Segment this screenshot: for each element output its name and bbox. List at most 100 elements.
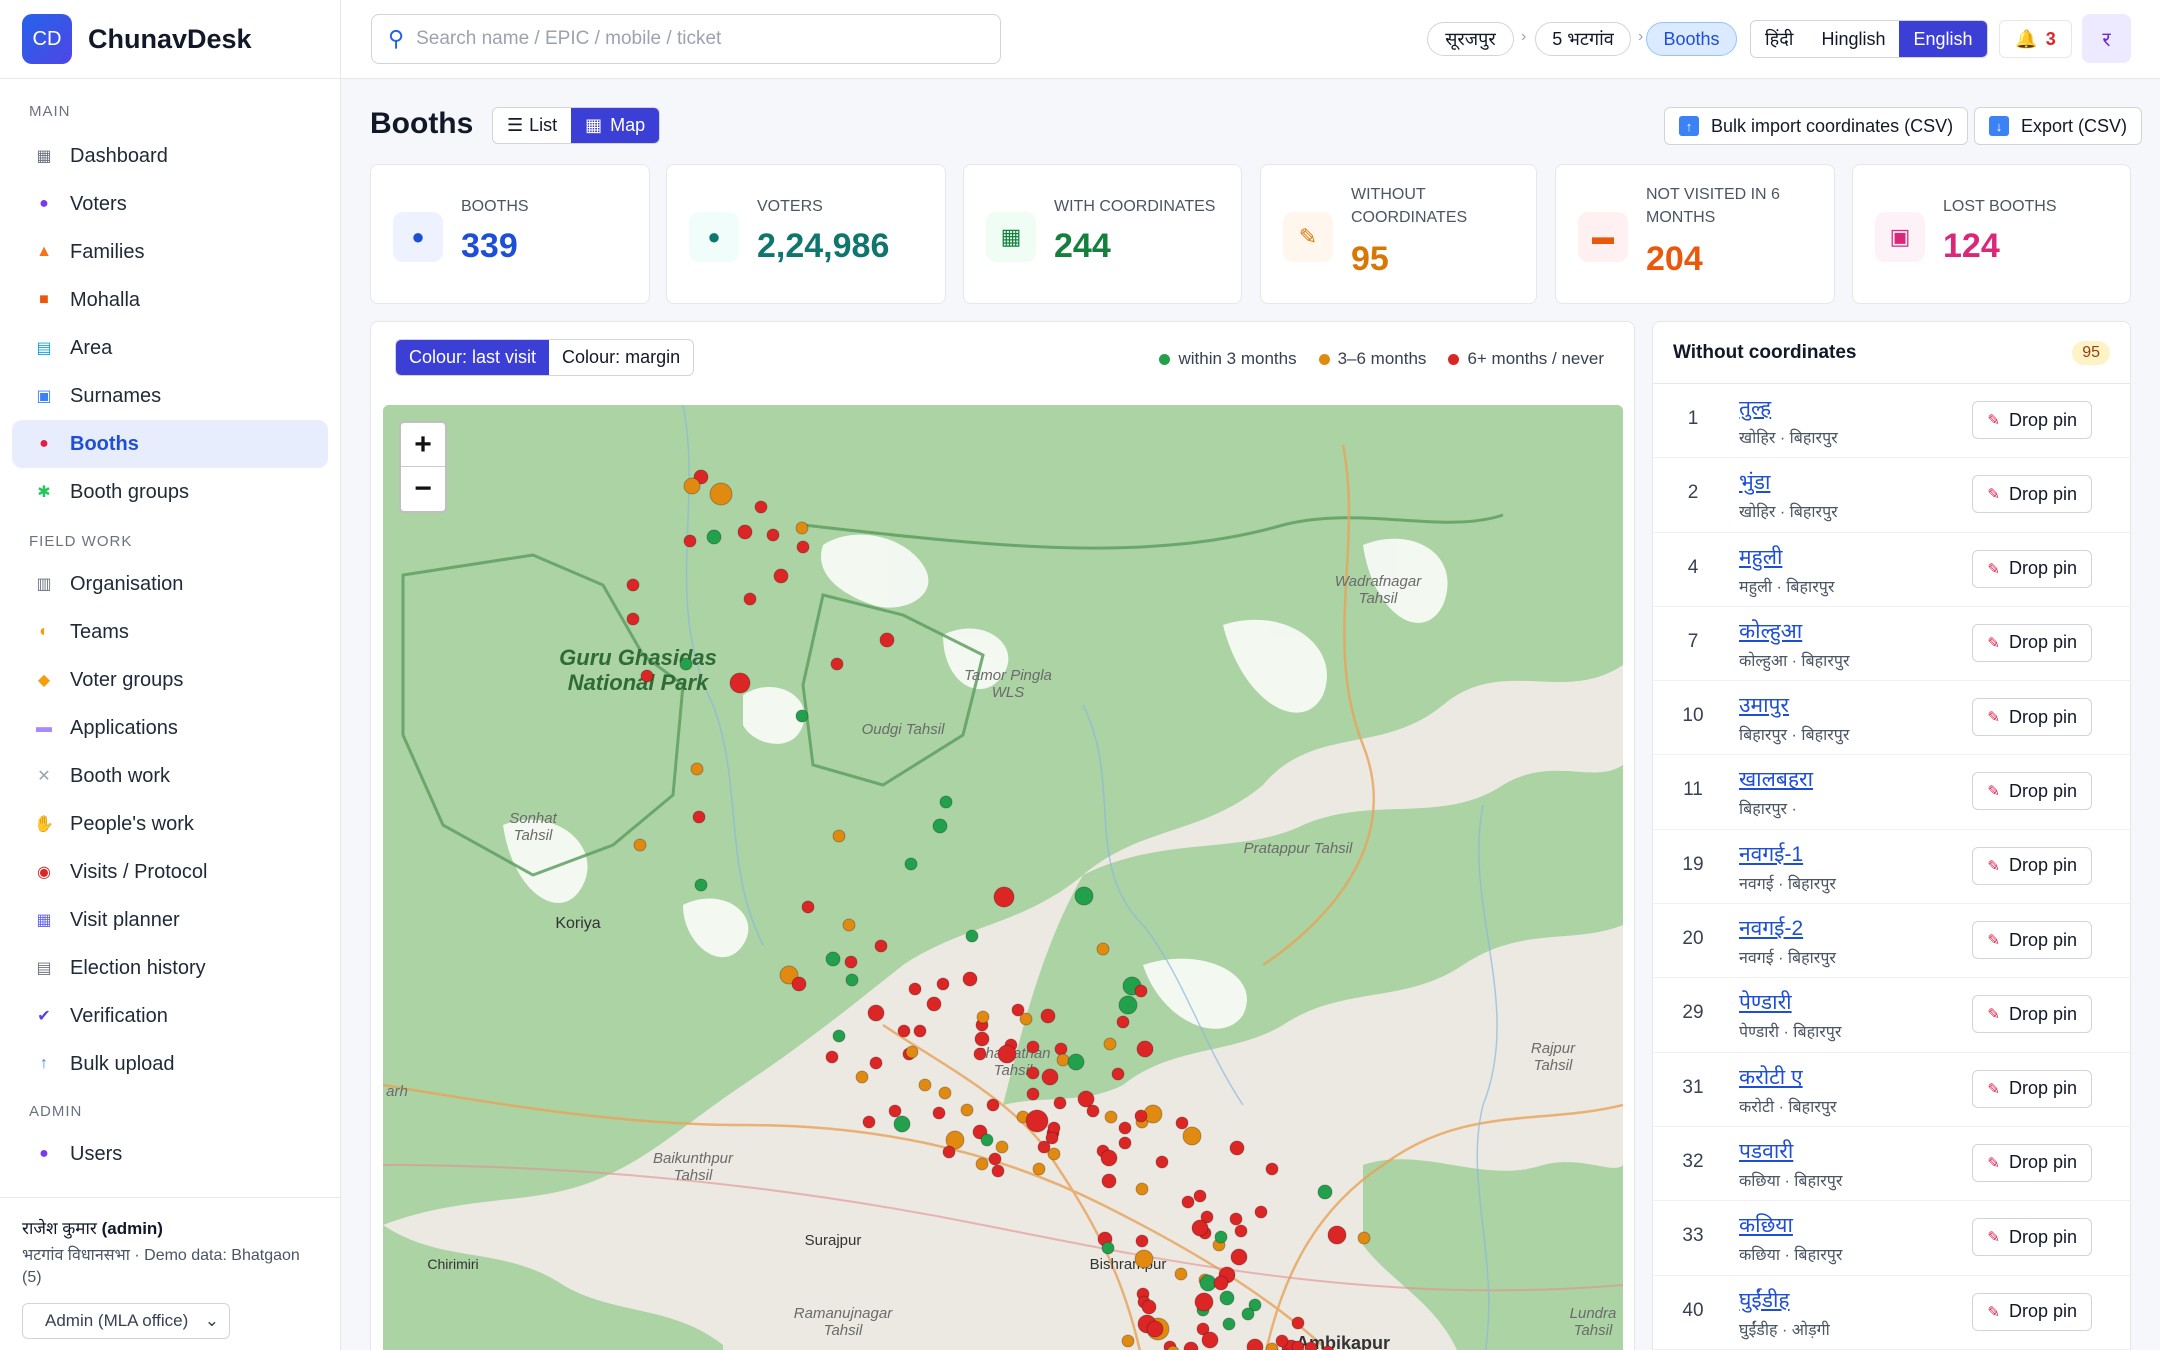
lang-hinglish[interactable]: Hinglish <box>1807 21 1899 57</box>
sidebar-item-users[interactable]: ● Users <box>12 1130 328 1178</box>
sidebar-item-booths[interactable]: ● Booths <box>12 420 328 468</box>
booth-marker[interactable] <box>791 976 807 992</box>
booth-marker[interactable] <box>1230 1248 1248 1266</box>
booth-map[interactable]: Guru Ghasidas National Park Tamor Pingla… <box>383 405 1623 1350</box>
booth-marker[interactable] <box>1056 1053 1070 1067</box>
drop-pin-button[interactable]: ✎ Drop pin <box>1972 846 2092 885</box>
booth-marker[interactable] <box>709 482 733 506</box>
booth-marker[interactable] <box>938 1086 952 1100</box>
booth-name-link[interactable]: पडवारी <box>1739 1137 1793 1165</box>
booth-marker[interactable] <box>1229 1212 1243 1226</box>
booth-marker[interactable] <box>1103 1037 1117 1051</box>
sidebar-item-people-s-work[interactable]: ✋ People's work <box>12 800 328 848</box>
booth-marker[interactable] <box>1067 1053 1085 1071</box>
booth-name-link[interactable]: पेण्डारी <box>1739 988 1792 1016</box>
booth-marker[interactable] <box>1135 1234 1149 1248</box>
booth-marker[interactable] <box>1026 1040 1040 1054</box>
view-map-button[interactable]: ▦ Map <box>571 108 660 143</box>
booth-marker[interactable] <box>962 971 978 987</box>
booth-marker[interactable] <box>1118 1121 1132 1135</box>
booth-marker[interactable] <box>1045 1131 1059 1145</box>
booth-marker[interactable] <box>942 1145 956 1159</box>
booth-marker[interactable] <box>1265 1342 1279 1350</box>
booth-marker[interactable] <box>737 524 753 540</box>
booth-marker[interactable] <box>1026 1087 1040 1101</box>
booth-marker[interactable] <box>1135 1182 1149 1196</box>
booth-marker[interactable] <box>1254 1205 1268 1219</box>
booth-marker[interactable] <box>825 951 841 967</box>
booth-marker[interactable] <box>932 818 948 834</box>
lang-english[interactable]: English <box>1899 21 1987 57</box>
bulk-import-button[interactable]: ↑ Bulk import coordinates (CSV) <box>1664 107 1969 145</box>
booth-name-link[interactable]: तुल्ह <box>1739 394 1771 422</box>
sidebar-item-dashboard[interactable]: ▦ Dashboard <box>12 132 328 180</box>
booth-name-link[interactable]: घुईंडीह <box>1739 1286 1790 1314</box>
booth-marker[interactable] <box>795 521 809 535</box>
booth-marker[interactable] <box>1265 1162 1279 1176</box>
sidebar-item-area[interactable]: ▤ Area <box>12 324 328 372</box>
booth-marker[interactable] <box>1246 1338 1264 1350</box>
booth-name-link[interactable]: भुंडा <box>1739 468 1770 496</box>
booth-marker[interactable] <box>905 1045 919 1059</box>
lang-hindi[interactable]: हिंदी <box>1751 21 1807 57</box>
sidebar-item-voter-groups[interactable]: ◆ Voter groups <box>12 656 328 704</box>
sidebar-item-voters[interactable]: ● Voters <box>12 180 328 228</box>
booth-marker[interactable] <box>926 996 942 1012</box>
drop-pin-button[interactable]: ✎ Drop pin <box>1972 1069 2092 1108</box>
drop-pin-button[interactable]: ✎ Drop pin <box>1972 549 2092 588</box>
sidebar-item-booth-groups[interactable]: ✱ Booth groups <box>12 468 328 516</box>
booth-name-link[interactable]: कोल्हुआ <box>1739 617 1802 645</box>
booth-marker[interactable] <box>825 1050 839 1064</box>
booth-marker[interactable] <box>1321 1345 1335 1350</box>
booth-name-link[interactable]: कछिया <box>1739 1211 1793 1239</box>
booth-marker[interactable] <box>869 1056 883 1070</box>
search-input[interactable]: ⚲ Search name / EPIC / mobile / ticket <box>371 14 1001 64</box>
booth-marker[interactable] <box>1214 1230 1228 1244</box>
booth-marker[interactable] <box>1191 1219 1209 1237</box>
colour-last-visit-button[interactable]: Colour: last visit <box>396 340 550 375</box>
booth-marker[interactable] <box>690 762 704 776</box>
booth-marker[interactable] <box>993 886 1015 908</box>
booth-marker[interactable] <box>679 657 693 671</box>
booth-marker[interactable] <box>974 1031 990 1047</box>
booth-marker[interactable] <box>1100 1149 1118 1167</box>
booth-marker[interactable] <box>1074 886 1094 906</box>
booth-marker[interactable] <box>640 669 654 683</box>
crumb-current[interactable]: Booths <box>1646 22 1737 56</box>
sidebar-item-visit-planner[interactable]: ▦ Visit planner <box>12 896 328 944</box>
booth-name-link[interactable]: खालबहरा <box>1739 765 1813 793</box>
brand[interactable]: CD ChunavDesk <box>0 0 340 79</box>
drop-pin-button[interactable]: ✎ Drop pin <box>1972 475 2092 514</box>
booth-marker[interactable] <box>1121 1334 1135 1348</box>
booth-marker[interactable] <box>1219 1290 1235 1306</box>
sidebar-item-mohalla[interactable]: ■ Mohalla <box>12 276 328 324</box>
booth-marker[interactable] <box>795 709 809 723</box>
sidebar-item-visits-protocol[interactable]: ◉ Visits / Protocol <box>12 848 328 896</box>
booth-marker[interactable] <box>1136 1040 1154 1058</box>
drop-pin-button[interactable]: ✎ Drop pin <box>1972 623 2092 662</box>
booth-marker[interactable] <box>1155 1155 1169 1169</box>
sidebar-item-bulk-upload[interactable]: ↑ Bulk upload <box>12 1040 328 1088</box>
crumb-district[interactable]: सूरजपुर <box>1427 22 1514 56</box>
booth-marker[interactable] <box>1104 1110 1118 1124</box>
booth-marker[interactable] <box>1101 1241 1115 1255</box>
booth-marker[interactable] <box>913 1024 927 1038</box>
booth-marker[interactable] <box>888 1104 902 1118</box>
sidebar-item-families[interactable]: ▲ Families <box>12 228 328 276</box>
booth-marker[interactable] <box>706 529 722 545</box>
sidebar-item-booth-work[interactable]: ✕ Booth work <box>12 752 328 800</box>
avatar[interactable]: र <box>2082 14 2131 63</box>
booth-marker[interactable] <box>1096 942 1110 956</box>
sidebar-item-surnames[interactable]: ▣ Surnames <box>12 372 328 420</box>
booth-marker[interactable] <box>997 1044 1017 1064</box>
booth-marker[interactable] <box>1174 1267 1188 1281</box>
booth-marker[interactable] <box>932 1106 946 1120</box>
booth-marker[interactable] <box>1222 1317 1236 1331</box>
zoom-out-button[interactable]: − <box>401 467 445 511</box>
colour-margin-button[interactable]: Colour: margin <box>549 340 693 375</box>
booth-marker[interactable] <box>1241 1307 1255 1321</box>
booth-marker[interactable] <box>1194 1292 1214 1312</box>
booth-marker[interactable] <box>766 528 780 542</box>
booth-marker[interactable] <box>830 657 844 671</box>
booth-marker[interactable] <box>893 1115 911 1133</box>
